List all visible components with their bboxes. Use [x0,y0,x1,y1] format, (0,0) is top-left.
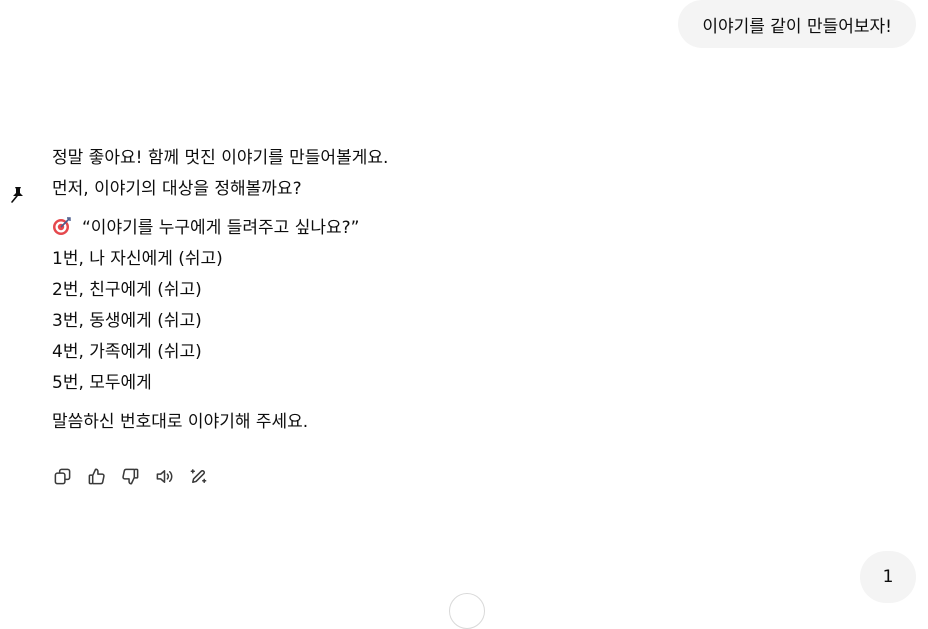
edit-icon [190,468,206,483]
intro-line-1: 정말 좋아요! 함께 멋진 이야기를 만들어볼게요. [52,148,389,168]
page-number: 1 [882,567,894,587]
option-5: 5번, 모두에게 [52,373,152,393]
closing-line: 말씀하신 번호대로 이야기해 주세요. [52,412,309,432]
scroll-down-button[interactable] [449,593,485,629]
copy-button[interactable] [52,466,72,486]
thumbs-down-icon [121,468,138,484]
pin-icon[interactable] [10,186,26,204]
page-number-badge[interactable]: 1 [860,551,916,603]
option-1: 1번, 나 자신에게 (쉬고) [52,249,223,269]
user-message-bubble: 이야기를 같이 만들어보자! [678,0,916,48]
thumbs-down-button[interactable] [120,466,140,486]
thumbs-up-button[interactable] [86,466,106,486]
question-line: “이야기를 누구에게 들려주고 싶나요?” [52,213,872,244]
speaker-icon [156,469,172,483]
option-3: 3번, 동생에게 (쉬고) [52,311,202,331]
user-message-text: 이야기를 같이 만들어보자! [702,16,892,37]
option-4: 4번, 가족에게 (쉬고) [52,342,202,362]
read-aloud-button[interactable] [154,466,174,486]
question-text: “이야기를 누구에게 들려주고 싶나요?” [82,218,360,238]
assistant-message: 정말 좋아요! 함께 멋진 이야기를 만들어볼게요. 먼저, 이야기의 대상을 … [52,143,872,438]
target-icon [53,217,71,235]
message-actions [52,466,208,486]
option-2: 2번, 친구에게 (쉬고) [52,280,202,300]
thumbs-up-icon [88,468,105,484]
edit-button[interactable] [188,466,208,486]
intro-line-2: 먼저, 이야기의 대상을 정해볼까요? [52,179,302,199]
copy-icon [54,468,70,484]
